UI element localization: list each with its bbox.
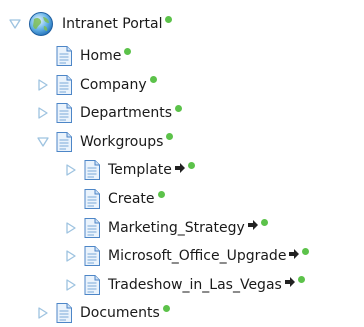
status-dot	[165, 15, 173, 23]
tree-label[interactable]: Documents	[80, 299, 160, 327]
chevron-right-icon[interactable]	[64, 221, 78, 235]
chevron-down-icon[interactable]	[8, 17, 22, 31]
status-dot	[175, 104, 183, 112]
document-icon	[56, 74, 72, 95]
document-icon	[56, 303, 72, 324]
chevron-right-icon[interactable]	[64, 278, 78, 292]
tree-node[interactable]: Microsoft_Office_Upgrade	[64, 242, 310, 270]
document-icon	[84, 246, 100, 267]
chevron-right-icon[interactable]	[64, 249, 78, 263]
document-icon	[84, 189, 100, 209]
tree-label[interactable]: Marketing_Strategy	[108, 214, 245, 242]
status-dot	[157, 190, 165, 198]
toggle-spacer	[64, 192, 78, 206]
tree-label-root[interactable]: Intranet Portal	[62, 10, 162, 38]
document-icon	[56, 46, 72, 66]
tree-node[interactable]: Documents	[36, 299, 170, 327]
link-arrow-icon	[174, 161, 185, 173]
chevron-right-icon[interactable]	[36, 106, 50, 120]
tree-node[interactable]: Create	[64, 185, 165, 213]
link-arrow-icon	[247, 218, 258, 231]
tree-label[interactable]: Microsoft_Office_Upgrade	[108, 242, 286, 270]
status-dot	[187, 161, 195, 169]
status-dot	[260, 219, 268, 227]
link-arrow-icon	[289, 247, 300, 259]
tree-node[interactable]: Tradeshow_in_Las_Vegas	[64, 271, 305, 299]
tree-label[interactable]: Workgroups	[80, 128, 163, 156]
status-dot	[149, 76, 157, 84]
status-dot	[297, 276, 305, 284]
tree-node-root[interactable]: Intranet Portal	[8, 10, 173, 38]
document-icon	[84, 160, 100, 181]
status-dot	[166, 133, 174, 141]
chevron-right-icon[interactable]	[36, 306, 50, 320]
chevron-right-icon[interactable]	[36, 78, 50, 92]
tree-node[interactable]: Workgroups	[36, 128, 174, 156]
tree-label[interactable]: Company	[80, 71, 147, 99]
status-dot	[162, 304, 170, 312]
tree-label[interactable]: Departments	[80, 99, 172, 127]
tree-label[interactable]: Create	[108, 185, 155, 213]
toggle-spacer	[36, 49, 50, 63]
chevron-right-icon[interactable]	[64, 163, 78, 177]
document-icon	[84, 217, 100, 238]
tree-label[interactable]: Template	[108, 156, 172, 184]
tree-label[interactable]: Home	[80, 42, 121, 70]
document-icon	[84, 274, 100, 295]
document-icon	[56, 131, 72, 152]
link-arrow-icon	[284, 275, 295, 288]
tree-node[interactable]: Template	[64, 156, 195, 184]
tree-node[interactable]: Company	[36, 71, 157, 99]
status-dot	[124, 47, 132, 55]
document-icon	[56, 103, 72, 124]
chevron-down-icon[interactable]	[36, 135, 50, 149]
tree-node[interactable]: Home	[36, 42, 132, 70]
tree-node[interactable]: Marketing_Strategy	[64, 214, 268, 242]
tree-label[interactable]: Tradeshow_in_Las_Vegas	[108, 271, 282, 299]
status-dot	[302, 247, 310, 255]
tree-node[interactable]: Departments	[36, 99, 183, 127]
globe-icon	[28, 11, 54, 37]
